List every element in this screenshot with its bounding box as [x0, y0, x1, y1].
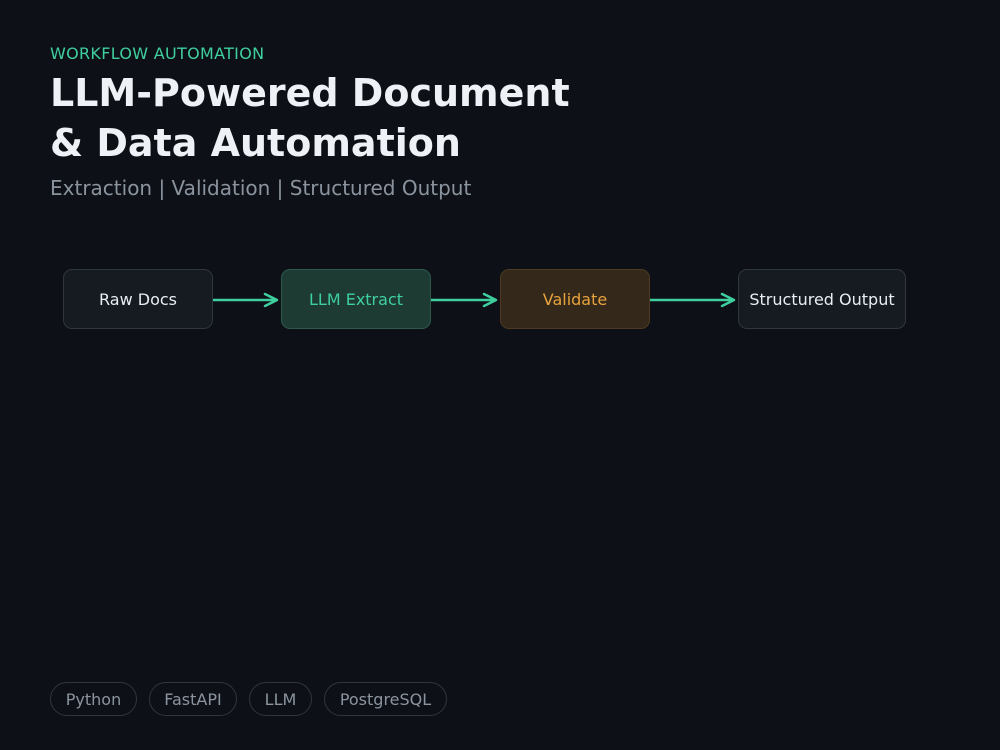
flow-node-raw-docs: Raw Docs [63, 269, 213, 329]
arrow-validate-to-output [650, 292, 736, 308]
tech-tag-fastapi: FastAPI [149, 682, 237, 716]
page-subtitle: Extraction | Validation | Structured Out… [50, 176, 472, 200]
arrow-extract-to-validate [431, 292, 498, 308]
flow-node-label: Raw Docs [99, 289, 177, 309]
page-title: LLM-Powered Document & Data Automation [50, 68, 570, 168]
flow-node-label: Structured Output [749, 289, 895, 309]
arrow-raw-to-extract [213, 292, 279, 308]
tech-tag-python: Python [50, 682, 137, 716]
flow-node-structured-output: Structured Output [738, 269, 906, 329]
eyebrow-label: WORKFLOW AUTOMATION [50, 44, 265, 63]
tech-tag-llm: LLM [249, 682, 312, 716]
title-line-1: LLM-Powered Document [50, 71, 570, 115]
flow-node-label: LLM Extract [308, 289, 404, 309]
title-line-2: & Data Automation [50, 121, 461, 165]
tech-tag-postgresql: PostgreSQL [324, 682, 447, 716]
flow-node-validate: Validate [500, 269, 650, 329]
flow-node-llm-extract: LLM Extract [281, 269, 431, 329]
flow-node-label: Validate [542, 289, 608, 309]
